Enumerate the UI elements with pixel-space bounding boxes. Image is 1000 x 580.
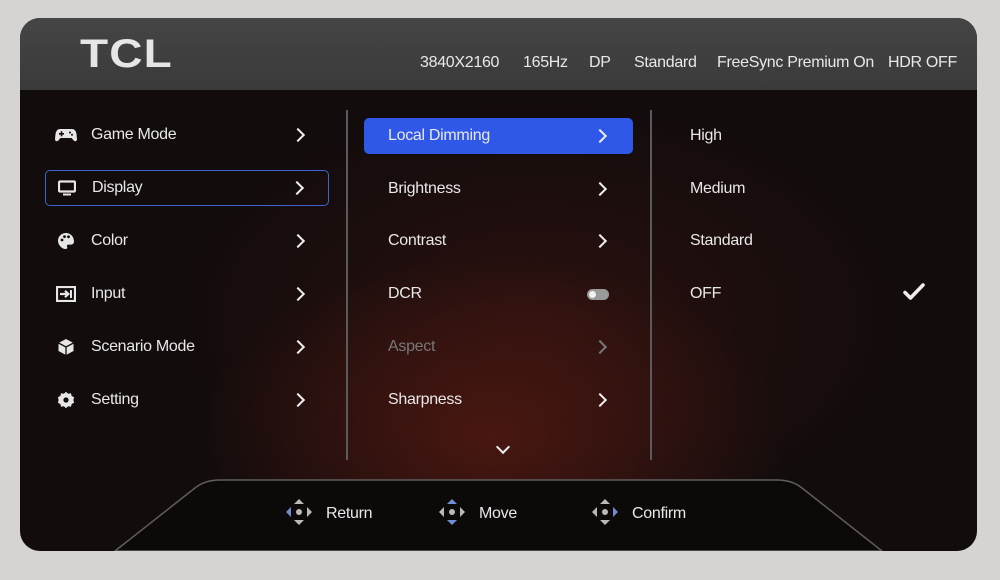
dpad-left-icon — [284, 497, 314, 532]
move-label: Move — [479, 505, 517, 522]
dpad-right-icon — [590, 497, 620, 532]
return-label: Return — [326, 505, 373, 522]
return-hint: Return — [284, 497, 373, 532]
confirm-label: Confirm — [632, 505, 686, 522]
osd-menu: TCL 3840X2160 165Hz DP Standard FreeSync… — [20, 18, 977, 551]
move-hint: Move — [437, 497, 517, 532]
confirm-hint: Confirm — [590, 497, 686, 532]
footer-panel — [113, 479, 884, 551]
dpad-up-down-icon — [437, 497, 467, 532]
